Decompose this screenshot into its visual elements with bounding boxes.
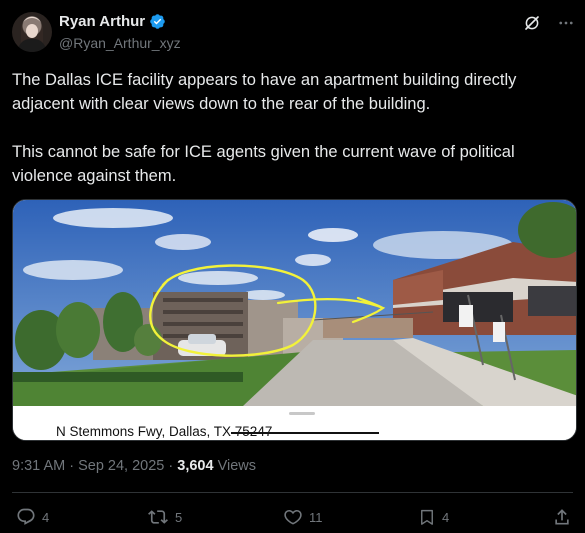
- heart-icon: [284, 509, 302, 525]
- repost-icon: [148, 510, 168, 524]
- repost-button[interactable]: 5: [147, 507, 182, 527]
- avatar-face: [26, 24, 38, 38]
- header-actions: [523, 14, 575, 32]
- tweet-paragraph: This cannot be safe for ICE agents given…: [12, 143, 515, 185]
- bookmark-button[interactable]: 4: [418, 507, 449, 527]
- grok-icon[interactable]: [523, 14, 541, 32]
- divider: [12, 492, 573, 493]
- repost-count: 5: [175, 509, 183, 525]
- action-bar: 4 5 11 4: [0, 507, 585, 529]
- tweet-text: The Dallas ICE facility appears to have …: [12, 68, 572, 212]
- reply-count: 4: [42, 509, 50, 525]
- handle[interactable]: @Ryan_Arthur_xyz: [59, 35, 181, 51]
- share-button[interactable]: [552, 507, 572, 527]
- media-grip-handle: [289, 412, 315, 415]
- bookmark-count: 4: [442, 509, 450, 525]
- reply-icon: [17, 508, 35, 525]
- street-view-photo: [13, 200, 576, 406]
- views-label: Views: [213, 458, 256, 474]
- timestamp[interactable]: 9:31 AM · Sep 24, 2025 ·: [12, 458, 177, 474]
- tweet-meta: 9:31 AM · Sep 24, 2025 · 3,604 Views: [12, 458, 256, 474]
- more-icon[interactable]: [557, 14, 575, 32]
- share-icon: [555, 509, 569, 525]
- reply-button[interactable]: 4: [16, 507, 49, 527]
- avatar[interactable]: [12, 12, 52, 52]
- tweet-paragraph: The Dallas ICE facility appears to have …: [12, 71, 517, 113]
- author-name-row[interactable]: Ryan Arthur: [59, 13, 166, 30]
- address-strike-line: [231, 432, 379, 434]
- verified-badge-icon: [150, 14, 165, 29]
- display-name[interactable]: Ryan Arthur: [59, 13, 145, 30]
- tweet-media-image[interactable]: N Stemmons Fwy, Dallas, TX 75247: [12, 199, 577, 441]
- avatar-body: [18, 39, 46, 52]
- bookmark-icon: [421, 509, 433, 525]
- views-count: 3,604: [177, 458, 214, 474]
- like-count: 11: [309, 509, 323, 525]
- like-button[interactable]: 11: [283, 507, 323, 527]
